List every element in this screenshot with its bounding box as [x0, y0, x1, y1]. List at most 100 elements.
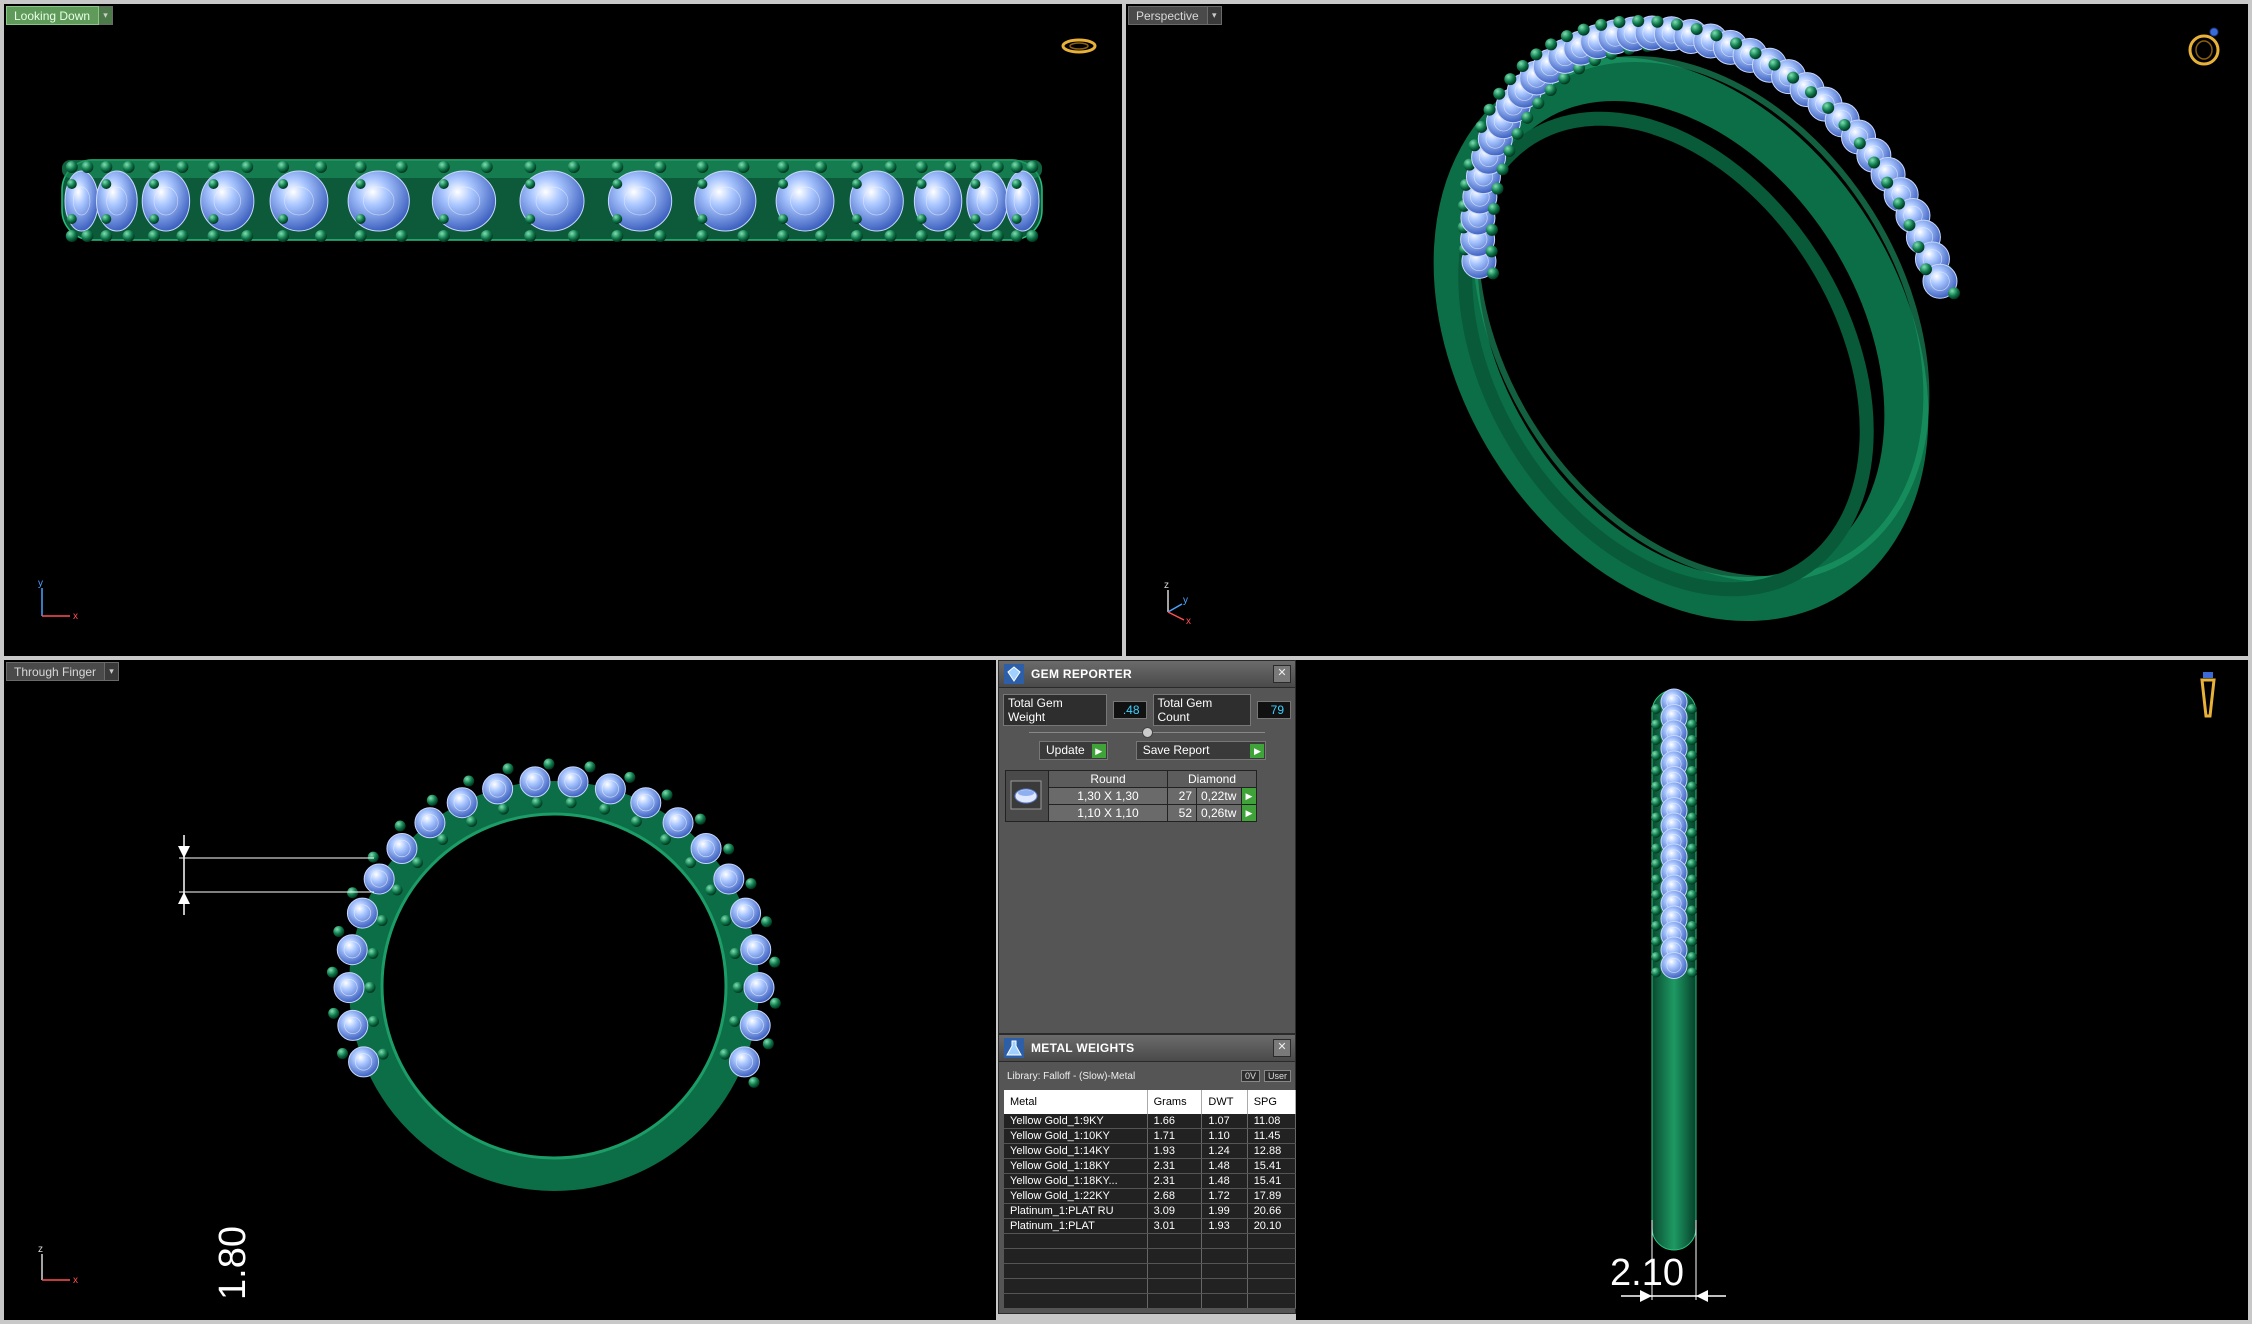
table-row[interactable]: Yellow Gold_1:22KY 2.68 1.72 17.89 — [1004, 1188, 1297, 1204]
viewport-label-looking-down[interactable]: Looking Down ▾ — [6, 6, 114, 25]
gem-stone — [414, 807, 446, 839]
prong-bead — [1026, 230, 1039, 242]
prong-bead — [1687, 874, 1697, 885]
prong-bead — [354, 161, 367, 173]
prong-bead — [1651, 735, 1661, 745]
gem-stone — [728, 1046, 760, 1078]
prong-bead — [502, 763, 514, 775]
prong-bead — [100, 230, 113, 242]
table-row[interactable]: Yellow Gold_1:14KY 1.93 1.24 12.88 — [1004, 1143, 1297, 1159]
prong-bead — [659, 834, 671, 846]
metal-cell: 1.24 — [1201, 1143, 1248, 1159]
prong-bead — [176, 230, 189, 242]
prong-bead — [207, 230, 220, 242]
table-row[interactable] — [1004, 1278, 1297, 1294]
gem-count: 52 — [1167, 804, 1197, 822]
save-report-button[interactable]: Save Report ▶ — [1135, 741, 1267, 760]
col-dwt[interactable]: DWT — [1201, 1090, 1248, 1114]
prong-bead — [1613, 15, 1626, 28]
table-row[interactable]: Yellow Gold_1:10KY 1.71 1.10 11.45 — [1004, 1128, 1297, 1144]
chevron-down-icon[interactable]: ▾ — [1207, 6, 1222, 25]
prong-bead — [100, 161, 113, 173]
gem-stone — [269, 170, 329, 232]
table-row[interactable] — [1004, 1263, 1297, 1279]
prong-bead — [208, 214, 219, 224]
viewport-label-text: Through Finger — [6, 662, 106, 681]
prong-bead — [1011, 214, 1022, 224]
metal-cell: 1.71 — [1147, 1128, 1203, 1144]
metal-cell: Yellow Gold_1:14KY — [1004, 1143, 1148, 1159]
arrow-right-icon[interactable]: ▶ — [1241, 804, 1257, 822]
flask-icon — [1004, 1038, 1024, 1058]
table-row[interactable]: Platinum_1:PLAT RU 3.09 1.99 20.66 — [1004, 1203, 1297, 1219]
viewport-label-through-finger[interactable]: Through Finger ▾ — [6, 662, 120, 681]
table-row[interactable]: Yellow Gold_1:18KY... 2.31 1.48 15.41 — [1004, 1173, 1297, 1189]
table-row[interactable]: Yellow Gold_1:18KY 2.31 1.48 15.41 — [1004, 1158, 1297, 1174]
viewport-through-finger[interactable]: Through Finger ▾ 1.80 z x — [4, 660, 996, 1320]
divider-knob-icon[interactable] — [1142, 727, 1153, 738]
close-icon[interactable]: ✕ — [1273, 1039, 1291, 1057]
prong-bead — [328, 1007, 340, 1019]
prong-bead — [654, 230, 667, 242]
prong-bead — [337, 1048, 349, 1060]
prong-bead — [567, 161, 580, 173]
viewport-perspective[interactable]: Perspective ▾ z y x — [1126, 4, 2248, 656]
table-row[interactable] — [1004, 1248, 1297, 1264]
gem-stone — [662, 807, 694, 839]
prong-bead — [148, 230, 161, 242]
table-row[interactable]: Yellow Gold_1:9KY 1.66 1.07 11.08 — [1004, 1114, 1297, 1129]
metal-cell: 15.41 — [1247, 1173, 1297, 1189]
volume-toggle[interactable]: 0V — [1240, 1070, 1260, 1082]
prong-bead — [376, 915, 388, 927]
col-grams[interactable]: Grams — [1147, 1090, 1203, 1114]
metal-weights-titlebar: METAL WEIGHTS ✕ — [999, 1035, 1295, 1062]
prong-bead — [1651, 874, 1661, 885]
chevron-down-icon[interactable]: ▾ — [105, 662, 120, 681]
prong-bead — [101, 214, 112, 224]
metal-cell: 3.01 — [1147, 1218, 1203, 1234]
gem-stone — [446, 787, 478, 819]
metal-cell: 20.66 — [1247, 1203, 1297, 1219]
gem-stone — [730, 897, 762, 929]
prong-bead — [66, 179, 77, 189]
user-toggle[interactable]: User — [1263, 1070, 1291, 1082]
ring-nav-icon[interactable] — [2186, 20, 2226, 70]
prong-bead — [777, 230, 790, 242]
chevron-down-icon[interactable]: ▾ — [99, 6, 114, 25]
close-icon[interactable]: ✕ — [1273, 665, 1291, 683]
prong-bead — [1493, 87, 1506, 100]
prong-bead — [355, 179, 366, 189]
prong-bead — [1687, 828, 1697, 838]
ring-side-nav-icon[interactable] — [2196, 668, 2220, 724]
gem-stone — [594, 773, 626, 805]
prong-bead — [1787, 71, 1800, 84]
prong-bead — [1892, 197, 1905, 210]
viewport-side[interactable]: 2.10 — [1296, 660, 2248, 1320]
metal-cell — [1247, 1278, 1297, 1294]
arrow-right-icon[interactable]: ▶ — [1241, 787, 1257, 805]
viewport-looking-down[interactable]: Looking Down ▾ y x — [4, 4, 1122, 656]
prong-bead — [1690, 22, 1703, 35]
prong-bead — [149, 179, 160, 189]
prong-bead — [277, 161, 290, 173]
prong-bead — [567, 230, 580, 242]
ring-nav-icon[interactable] — [1060, 36, 1098, 56]
table-row[interactable]: Platinum_1:PLAT 3.01 1.93 20.10 — [1004, 1218, 1297, 1234]
prong-bead — [1710, 29, 1723, 42]
viewport-label-perspective[interactable]: Perspective ▾ — [1128, 6, 1222, 25]
prong-bead — [1687, 719, 1697, 730]
prong-bead — [1496, 163, 1509, 176]
col-metal[interactable]: Metal — [1004, 1090, 1148, 1114]
prong-bead — [531, 797, 543, 809]
metal-cell — [1004, 1263, 1148, 1279]
table-row[interactable] — [1004, 1233, 1297, 1249]
update-button[interactable]: Update ▶ — [1039, 741, 1108, 760]
col-spg[interactable]: SPG — [1247, 1090, 1297, 1114]
gem-weight: 0,26tw — [1196, 804, 1242, 822]
prong-bead — [466, 815, 478, 827]
prong-bead — [1651, 766, 1661, 776]
prong-bead — [480, 161, 493, 173]
table-row[interactable] — [1004, 1293, 1297, 1309]
metal-cell — [1201, 1248, 1248, 1264]
gem-count: 27 — [1167, 787, 1197, 805]
